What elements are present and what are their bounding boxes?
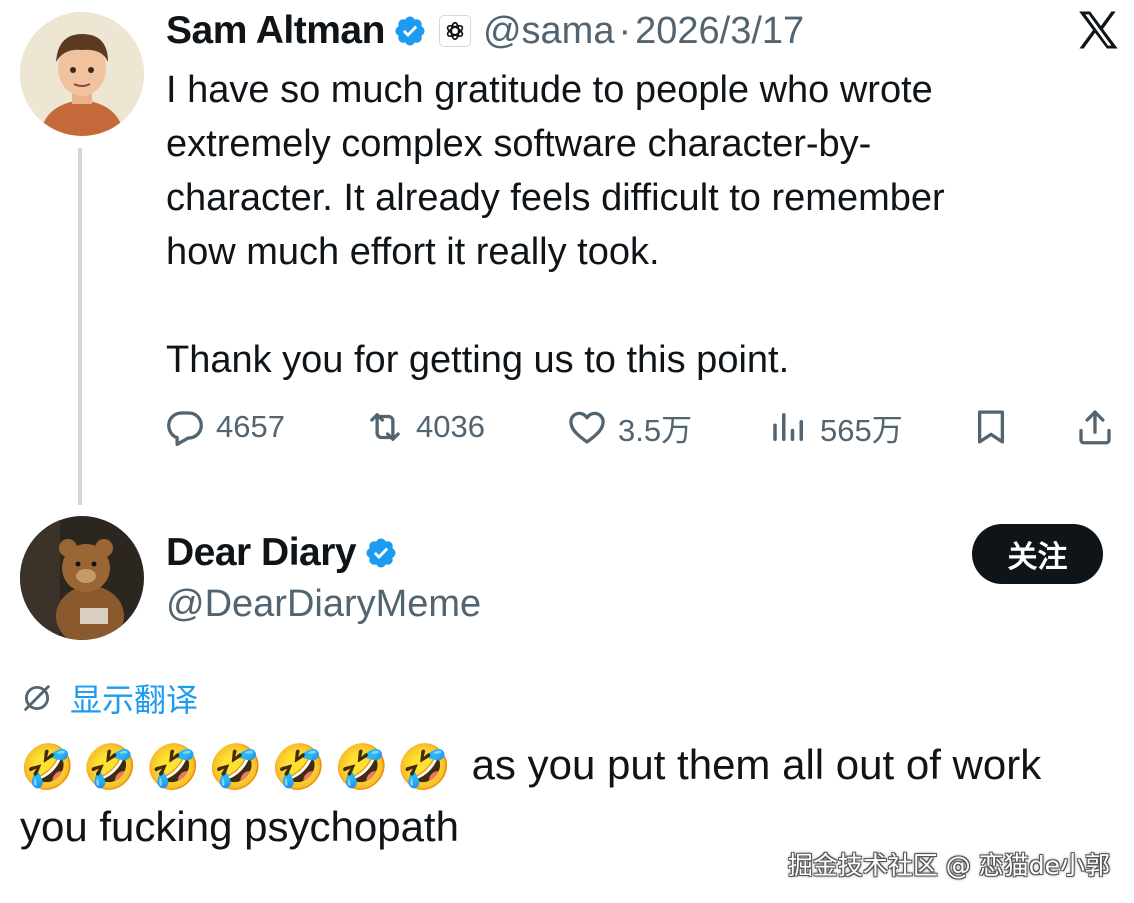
tweet-header: Sam Altman @sama · 2026/3/17 (166, 8, 804, 54)
tweet-text: 🤣 🤣 🤣 🤣 🤣 🤣 🤣 as you put them all out of… (20, 734, 1120, 858)
separator-dot: · (618, 9, 632, 52)
views-chart-icon (773, 413, 803, 441)
view-count: 565万 (820, 412, 903, 448)
thread-connector-line (78, 148, 82, 505)
tweet-text-line: how much effort it really took. (166, 231, 660, 273)
share-button[interactable] (1074, 404, 1116, 450)
avatar-illustration (20, 516, 144, 640)
openai-knot-glyph (446, 21, 464, 41)
emoji-group: 🤣 🤣 🤣 🤣 🤣 🤣 🤣 (20, 741, 460, 793)
tweet-date[interactable]: 2026/3/17 (635, 10, 804, 53)
translate-globe-icon (24, 685, 50, 711)
author-name[interactable]: Sam Altman (166, 9, 385, 53)
rolling-laughing-emoji: 🤣 (20, 741, 75, 793)
tweet-header: Dear Diary (166, 528, 398, 578)
share-icon (1079, 410, 1111, 445)
verified-badge-icon[interactable] (364, 536, 398, 570)
watermark: 掘金技术社区 @ 恋猫de小郭 (787, 851, 1110, 880)
rolling-laughing-emoji: 🤣 (271, 741, 326, 793)
rolling-laughing-emoji: 🤣 (396, 741, 452, 793)
reply-count: 4657 (216, 409, 285, 444)
avatar-illustration (20, 12, 144, 136)
author-name[interactable]: Dear Diary (166, 531, 357, 575)
author-handle[interactable]: @sama (483, 10, 615, 53)
repost-button[interactable]: 4036 (364, 404, 485, 450)
follow-button[interactable]: 关注 (972, 524, 1103, 584)
verified-badge-icon[interactable] (393, 14, 427, 48)
like-count: 3.5万 (618, 412, 693, 448)
tweet-text-line: Thank you for getting us to this point. (166, 339, 790, 381)
reply-button[interactable]: 4657 (164, 404, 285, 450)
author-handle[interactable]: @DearDiaryMeme (166, 583, 481, 626)
author-avatar[interactable] (20, 12, 144, 136)
tweet-text-line: I have so much gratitude to people who w… (166, 69, 933, 111)
reply-icon (167, 411, 203, 446)
tweet-text: I have so much gratitude to people who w… (166, 63, 1096, 387)
bookmark-button[interactable] (970, 404, 1012, 450)
show-translation-link[interactable]: 显示翻译 (20, 676, 198, 720)
heart-icon (569, 411, 605, 444)
repost-icon (370, 413, 400, 441)
like-button[interactable]: 3.5万 (566, 404, 692, 450)
author-avatar[interactable] (20, 516, 144, 640)
translate-label[interactable]: 显示翻译 (70, 675, 198, 721)
views-button[interactable]: 565万 (768, 404, 903, 450)
openai-logo-icon[interactable] (438, 15, 471, 47)
repost-count: 4036 (416, 409, 485, 444)
rolling-laughing-emoji: 🤣 (208, 741, 264, 793)
rolling-laughing-emoji: 🤣 (82, 741, 138, 793)
tweet-text-line: extremely complex software character-by- (166, 123, 872, 165)
x-logo-icon (1079, 11, 1118, 49)
tweet-text-line: character. It already feels difficult to… (166, 177, 945, 219)
rolling-laughing-emoji: 🤣 (333, 741, 389, 793)
rolling-laughing-emoji: 🤣 (145, 741, 201, 793)
bookmark-icon (977, 410, 1005, 444)
